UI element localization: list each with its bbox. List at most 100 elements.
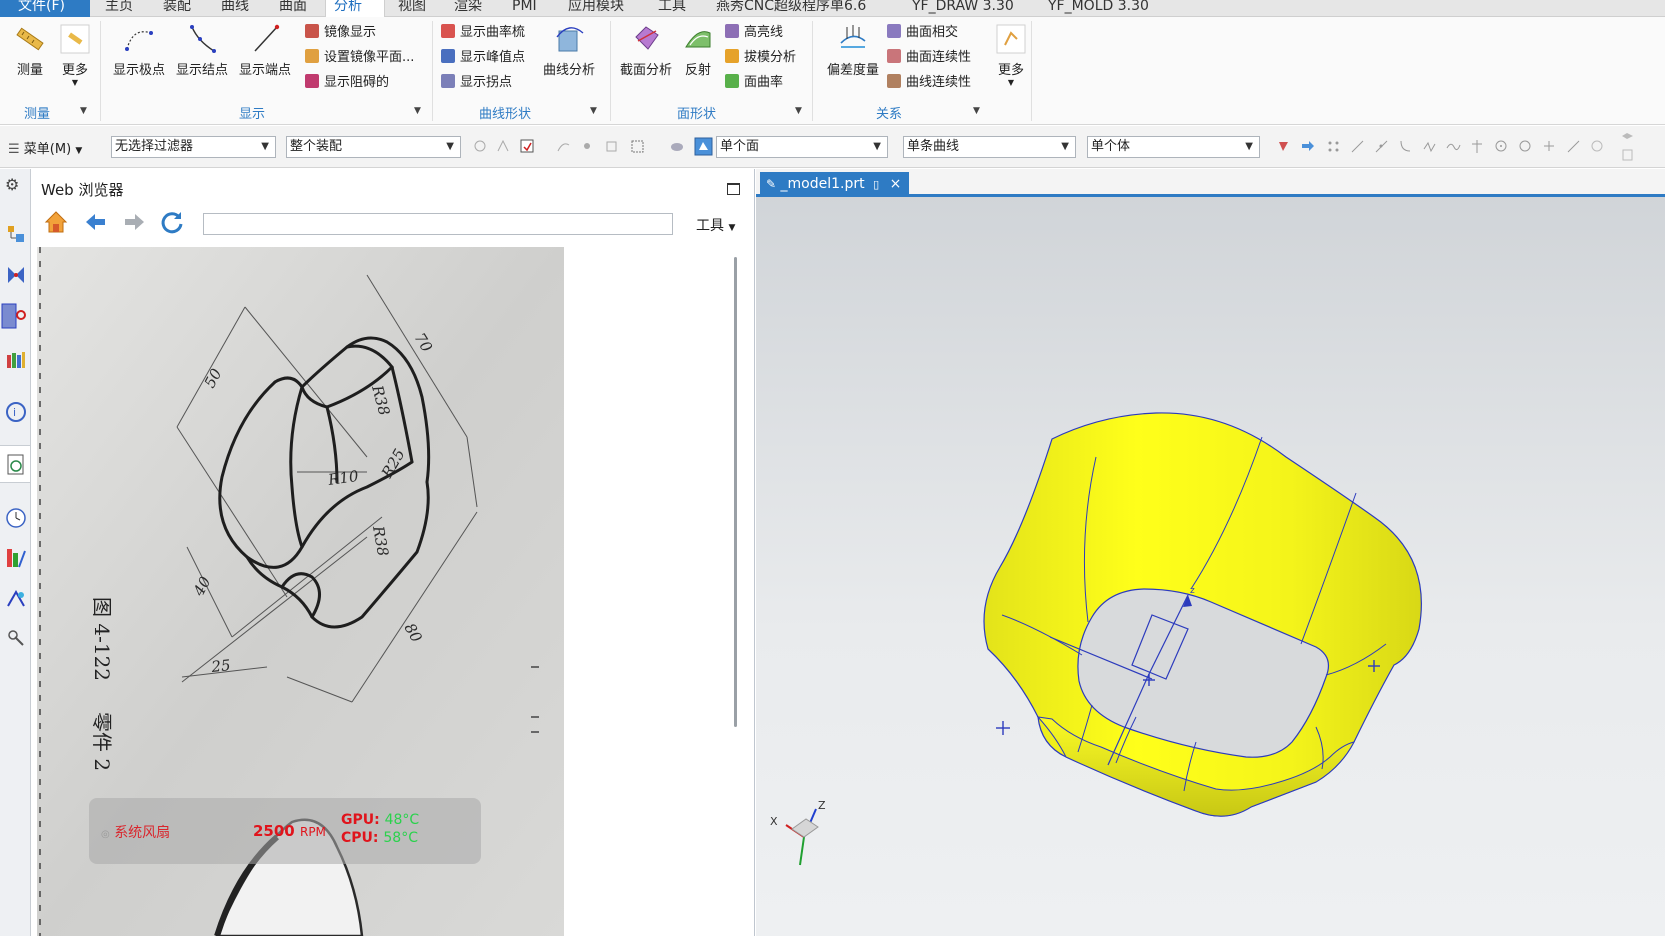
mirror-display-item[interactable]: 镜像显示	[305, 22, 376, 44]
close-icon[interactable]: ×	[890, 176, 902, 192]
measure-more-label: 更多	[61, 63, 88, 78]
inflection-points-item[interactable]: 显示拐点	[441, 72, 512, 94]
menu-tab-applications[interactable]: 应用模块	[560, 0, 632, 17]
curve-continuity-item[interactable]: 曲线连续性	[887, 72, 971, 94]
layer-icon[interactable]	[1620, 130, 1635, 145]
select-body-icon[interactable]	[604, 139, 619, 154]
body-rule-select[interactable]: 单个体 ▼	[1087, 136, 1260, 158]
model-tab-label: _model1.prt	[780, 176, 865, 192]
measure-more-button[interactable]: 更多 ▼	[45, 19, 105, 87]
surface-intersection-item[interactable]: 曲面相交	[887, 22, 958, 44]
existing-point-icon[interactable]	[1542, 139, 1557, 154]
highlight-lines-item[interactable]: 高亮线	[725, 22, 783, 44]
arrow-right-icon[interactable]	[1300, 139, 1315, 154]
menu-tab-file[interactable]: 文件(F)	[0, 0, 90, 17]
menu-tab-pmi[interactable]: PMI	[504, 0, 545, 17]
select-mode-icon[interactable]	[520, 139, 535, 154]
menu-tab-view[interactable]: 视图	[390, 0, 434, 17]
maximize-icon[interactable]	[727, 183, 740, 195]
tangent-point-icon[interactable]	[1470, 139, 1485, 154]
browser-tools-menu[interactable]: 工具 ▼	[696, 215, 735, 235]
gear-icon[interactable]: ⚙	[5, 175, 27, 197]
group-curve-shape-dropdown-icon[interactable]: ▼	[590, 106, 597, 116]
back-arrow-icon[interactable]	[83, 209, 109, 235]
draft-analysis-item[interactable]: 拔模分析	[725, 47, 796, 69]
group-measure-dropdown-icon[interactable]: ▼	[80, 106, 87, 116]
menu-tab-surface[interactable]: 曲面	[271, 0, 315, 17]
group-relation-dropdown-icon[interactable]: ▼	[973, 106, 980, 116]
assembly-navigator-icon[interactable]	[5, 223, 27, 245]
mid-point-icon[interactable]	[1374, 139, 1389, 154]
dim-25: 25	[210, 656, 232, 676]
surface-continuity-item[interactable]: 曲面连续性	[887, 47, 971, 69]
select-face-icon[interactable]	[694, 137, 713, 156]
group-display-dropdown-icon[interactable]: ▼	[414, 106, 421, 116]
forward-arrow-icon[interactable]	[121, 209, 147, 235]
end-point-icon[interactable]	[1350, 139, 1365, 154]
menu-tab-home[interactable]: 主页	[97, 0, 141, 17]
face-curvature-item[interactable]: 面曲率	[725, 72, 783, 94]
part-navigator-icon[interactable]	[1, 303, 29, 331]
model-tab[interactable]: ✎ _model1.prt ▯ ×	[760, 172, 910, 197]
control-point-icon[interactable]	[1398, 139, 1413, 154]
curvature-comb-item[interactable]: 显示曲率梳	[441, 22, 525, 44]
menu-tab-tools[interactable]: 工具	[650, 0, 694, 17]
main-menu-button[interactable]: ☰ 菜单(M) ▼	[8, 138, 82, 157]
web-browser-tab[interactable]	[0, 445, 31, 483]
menu-tab-yf-mold[interactable]: YF_MOLD 3.30	[1040, 0, 1157, 17]
menu-tab-render[interactable]: 渲染	[446, 0, 490, 17]
select-curve-icon[interactable]	[556, 139, 571, 154]
browser-scrollbar[interactable]	[734, 257, 737, 727]
menu-tab-assembly[interactable]: 装配	[155, 0, 199, 17]
point-on-curve-icon[interactable]	[1566, 139, 1581, 154]
show-endpoints-button[interactable]: 显示端点	[233, 19, 297, 78]
hd3d-tools-icon[interactable]: i	[5, 401, 27, 423]
select-point-icon[interactable]	[580, 139, 595, 154]
home-icon[interactable]	[43, 209, 69, 235]
system-materials-icon[interactable]	[5, 627, 27, 649]
set-mirror-plane-item[interactable]: 设置镜像平面...	[305, 47, 414, 69]
history-clock-icon[interactable]	[5, 507, 27, 529]
graphics-window[interactable]: ✎ _model1.prt ▯ × z X Z	[756, 169, 1665, 936]
snap-icon[interactable]	[473, 139, 488, 154]
arc-center-icon[interactable]	[1494, 139, 1509, 154]
show-poles-button[interactable]: 显示极点	[107, 19, 171, 78]
body-rule-value: 单个体	[1091, 139, 1131, 154]
constraint-navigator-icon[interactable]	[5, 264, 27, 286]
type-filter-select[interactable]: 无选择过滤器 ▼	[111, 136, 276, 158]
menu-tab-yf-draw[interactable]: YF_DRAW 3.30	[904, 0, 1022, 17]
select-feature-icon[interactable]	[496, 139, 511, 154]
triad-x-label: X	[770, 815, 778, 828]
selection-toolbar: ☰ 菜单(M) ▼ 无选择过滤器 ▼ 整个装配 ▼ 单个面 ▼ 单条曲线 ▼ 单个体 ▼	[0, 126, 1665, 168]
peak-points-item[interactable]: 显示峰值点	[441, 47, 525, 69]
menu-tab-yanxiu-cnc[interactable]: 燕秀CNC超级程序单6.6	[708, 0, 874, 17]
deviation-gauge-button[interactable]: 偏差度量	[818, 19, 888, 78]
menu-tab-curve[interactable]: 曲线	[213, 0, 257, 17]
view-triad[interactable]: X Z	[770, 799, 826, 866]
model-view[interactable]: z X Z	[756, 197, 1665, 936]
quadrant-point-icon[interactable]	[1518, 139, 1533, 154]
show-obstacles-item[interactable]: 显示阻碍的	[305, 72, 389, 94]
scope-select[interactable]: 整个装配 ▼	[286, 136, 461, 158]
spline-point-icon[interactable]	[1446, 139, 1461, 154]
refresh-icon[interactable]	[159, 209, 185, 235]
curve-rule-select[interactable]: 单条曲线 ▼	[903, 136, 1076, 158]
roles-icon[interactable]	[5, 587, 27, 609]
url-input[interactable]	[203, 213, 673, 235]
reuse-library-icon[interactable]	[5, 349, 27, 371]
point-on-surface-icon[interactable]	[1590, 139, 1605, 154]
visualization-icon[interactable]	[5, 547, 27, 569]
group-face-shape-dropdown-icon[interactable]: ▼	[795, 106, 802, 116]
reflection-button[interactable]: 反射	[668, 19, 728, 78]
curve-analysis-button[interactable]: 曲线分析	[537, 19, 601, 78]
face-rule-select[interactable]: 单个面 ▼	[716, 136, 888, 158]
relation-more-button[interactable]: 更多 ▼	[981, 19, 1041, 87]
grid-snap-icon[interactable]	[1326, 139, 1341, 154]
shaded-body-icon[interactable]	[670, 139, 685, 154]
show-knots-button[interactable]: 显示结点	[170, 19, 234, 78]
intersection-point-icon[interactable]	[1422, 139, 1437, 154]
menu-tab-analysis[interactable]: 分析	[325, 0, 385, 17]
box-select-icon[interactable]	[630, 139, 645, 154]
snap-point-icon[interactable]	[1276, 139, 1291, 154]
stack-icon[interactable]	[1620, 148, 1635, 163]
